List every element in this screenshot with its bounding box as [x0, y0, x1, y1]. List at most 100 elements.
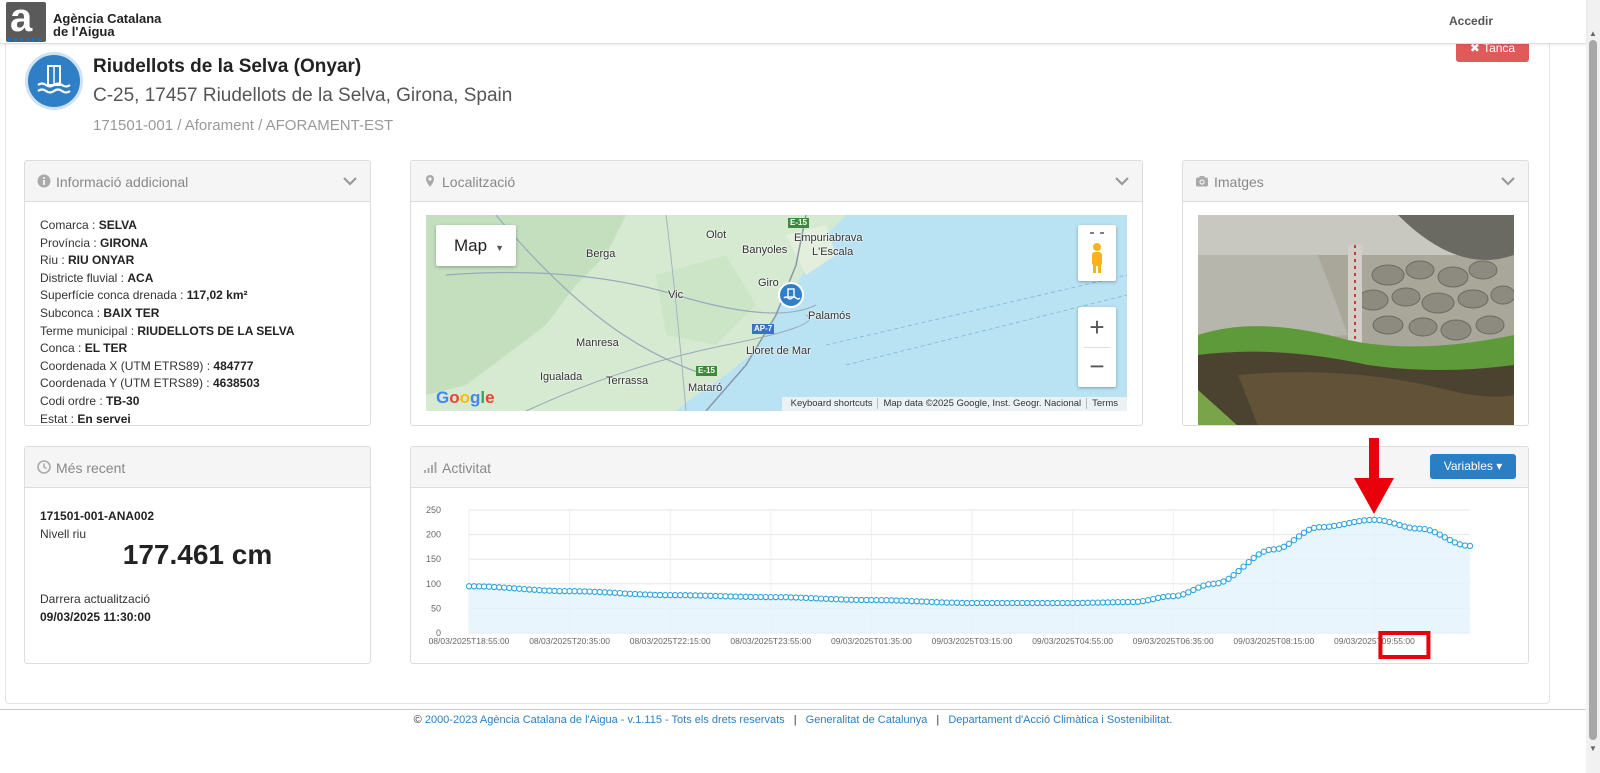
data-point: [978, 599, 986, 607]
footer-generalitat-link[interactable]: Generalitat de Catalunya: [806, 714, 928, 726]
data-point: [631, 590, 639, 598]
last-update-label: Darrera actualització: [40, 592, 151, 606]
data-point: [928, 598, 935, 606]
dropdown-caret-icon: ▼: [495, 243, 504, 253]
data-point: [1315, 524, 1323, 531]
data-point: [878, 596, 885, 604]
x-tick-label: 09/03/2025T04:55:00: [1032, 636, 1113, 646]
data-point: [782, 594, 790, 601]
street-view-pegman-icon[interactable]: [1078, 225, 1116, 281]
chevron-down-icon[interactable]: [1500, 173, 1516, 189]
data-point: [953, 599, 961, 606]
scroll-thumb[interactable]: [1589, 40, 1597, 740]
location-map[interactable]: Map ▼ + − Olot Empuriabrava Berga Banyoles L'…: [426, 215, 1127, 411]
data-point: [646, 591, 654, 598]
data-point: [1230, 572, 1237, 579]
data-point: [1039, 599, 1046, 607]
data-point: [586, 588, 593, 595]
info-value: ACA: [127, 270, 154, 285]
zoom-in-button[interactable]: +: [1078, 307, 1116, 347]
data-point: [1195, 584, 1202, 591]
data-point: [1049, 599, 1056, 607]
info-panel-header[interactable]: Informació addicional: [25, 161, 370, 202]
station-photo[interactable]: [1198, 215, 1514, 425]
map-place-label: Manresa: [576, 337, 619, 349]
x-tick-label: 09/03/2025T03:15:00: [932, 636, 1013, 646]
variables-dropdown-button[interactable]: Variables ▾: [1430, 454, 1516, 479]
google-logo: Google: [436, 388, 495, 407]
info-row: Conca : EL TER: [40, 340, 295, 358]
recent-panel-header: Més recent: [25, 447, 370, 488]
data-point: [1290, 537, 1298, 544]
page-scrollbar[interactable]: ▲ ▼: [1586, 0, 1600, 773]
data-point: [1411, 525, 1418, 532]
data-point: [1094, 599, 1101, 606]
info-value: SELVA: [98, 218, 137, 232]
data-point: [913, 598, 920, 605]
data-point: [898, 597, 905, 604]
map-place-label: Mataró: [688, 382, 723, 394]
data-point: [1446, 536, 1454, 544]
data-point: [656, 591, 664, 599]
data-point: [1295, 533, 1303, 540]
scroll-up-arrow-icon[interactable]: ▲: [1589, 30, 1597, 38]
info-value: 4638503: [212, 376, 260, 391]
data-point: [1386, 518, 1393, 526]
data-point: [1331, 522, 1338, 530]
info-value: RIU ONYAR: [68, 253, 135, 268]
map-place-label: Berga: [586, 248, 616, 260]
data-point: [1280, 543, 1288, 550]
footer-copyright-link[interactable]: 2000-2023 Agència Catalana de l'Aigua - …: [425, 714, 785, 726]
data-point: [591, 588, 598, 595]
info-value: 484777: [213, 358, 254, 373]
data-point: [682, 592, 689, 599]
data-point: [1205, 581, 1212, 588]
clock-icon: [37, 460, 51, 474]
zoom-out-button[interactable]: −: [1078, 348, 1116, 387]
data-point: [1396, 521, 1403, 529]
map-type-button[interactable]: Map ▼: [436, 225, 516, 266]
scroll-down-arrow-icon[interactable]: ▼: [1589, 745, 1597, 753]
data-point: [1270, 546, 1277, 553]
station-map-marker-icon[interactable]: [778, 282, 804, 308]
data-point: [948, 599, 956, 606]
aca-logo-icon[interactable]: a: [6, 2, 46, 42]
data-point: [496, 584, 503, 591]
map-attribution-item[interactable]: Map data ©2025 Google, Inst. Geogr. Naci…: [877, 398, 1087, 409]
location-panel: Localització Map ▼ + − Olot Empuriabrava…: [410, 160, 1143, 426]
y-tick-label: 100: [426, 579, 441, 589]
footer-department-link[interactable]: Departament d'Acció Climàtica i Sostenib…: [948, 714, 1172, 726]
data-point: [1351, 518, 1358, 526]
data-point: [943, 599, 951, 606]
location-panel-header[interactable]: Localització: [411, 161, 1142, 202]
chevron-down-icon[interactable]: [342, 173, 358, 189]
data-point: [752, 593, 759, 601]
data-point: [692, 592, 699, 599]
data-point: [903, 597, 910, 604]
map-attribution-item[interactable]: Terms: [1086, 398, 1123, 409]
data-point: [1069, 599, 1076, 607]
info-label: Coordenada Y (UTM ETRS89) :: [40, 376, 213, 391]
info-row: Estat : En servei: [40, 411, 295, 425]
data-point: [501, 584, 508, 591]
chevron-down-icon[interactable]: [1114, 173, 1130, 189]
info-value: RIUDELLOTS DE LA SELVA: [137, 323, 295, 338]
data-point: [1190, 586, 1197, 594]
info-row: Superfície conca drenada : 117,02 km²: [40, 287, 295, 305]
images-panel-header[interactable]: Imatges: [1183, 161, 1528, 202]
logo-text[interactable]: Agència Catalana de l'Aigua: [53, 12, 161, 38]
data-point: [470, 583, 478, 590]
copyright-symbol: ©: [413, 714, 422, 726]
data-point: [1144, 597, 1152, 604]
data-point: [833, 596, 840, 603]
login-link[interactable]: Accedir: [1449, 14, 1493, 28]
data-point: [1124, 598, 1132, 606]
info-panel: Informació addicional Comarca : SELVA Pro…: [24, 160, 371, 426]
map-attribution-item[interactable]: Keyboard shortcuts: [786, 398, 878, 409]
x-tick-label: 09/03/2025T01:35:00: [831, 636, 912, 646]
x-tick-label: 08/03/2025T18:55:00: [429, 636, 510, 646]
data-point: [1029, 599, 1036, 607]
x-tick-label: 08/03/2025T22:15:00: [630, 636, 711, 646]
data-point: [873, 596, 880, 604]
data-point: [742, 593, 749, 600]
